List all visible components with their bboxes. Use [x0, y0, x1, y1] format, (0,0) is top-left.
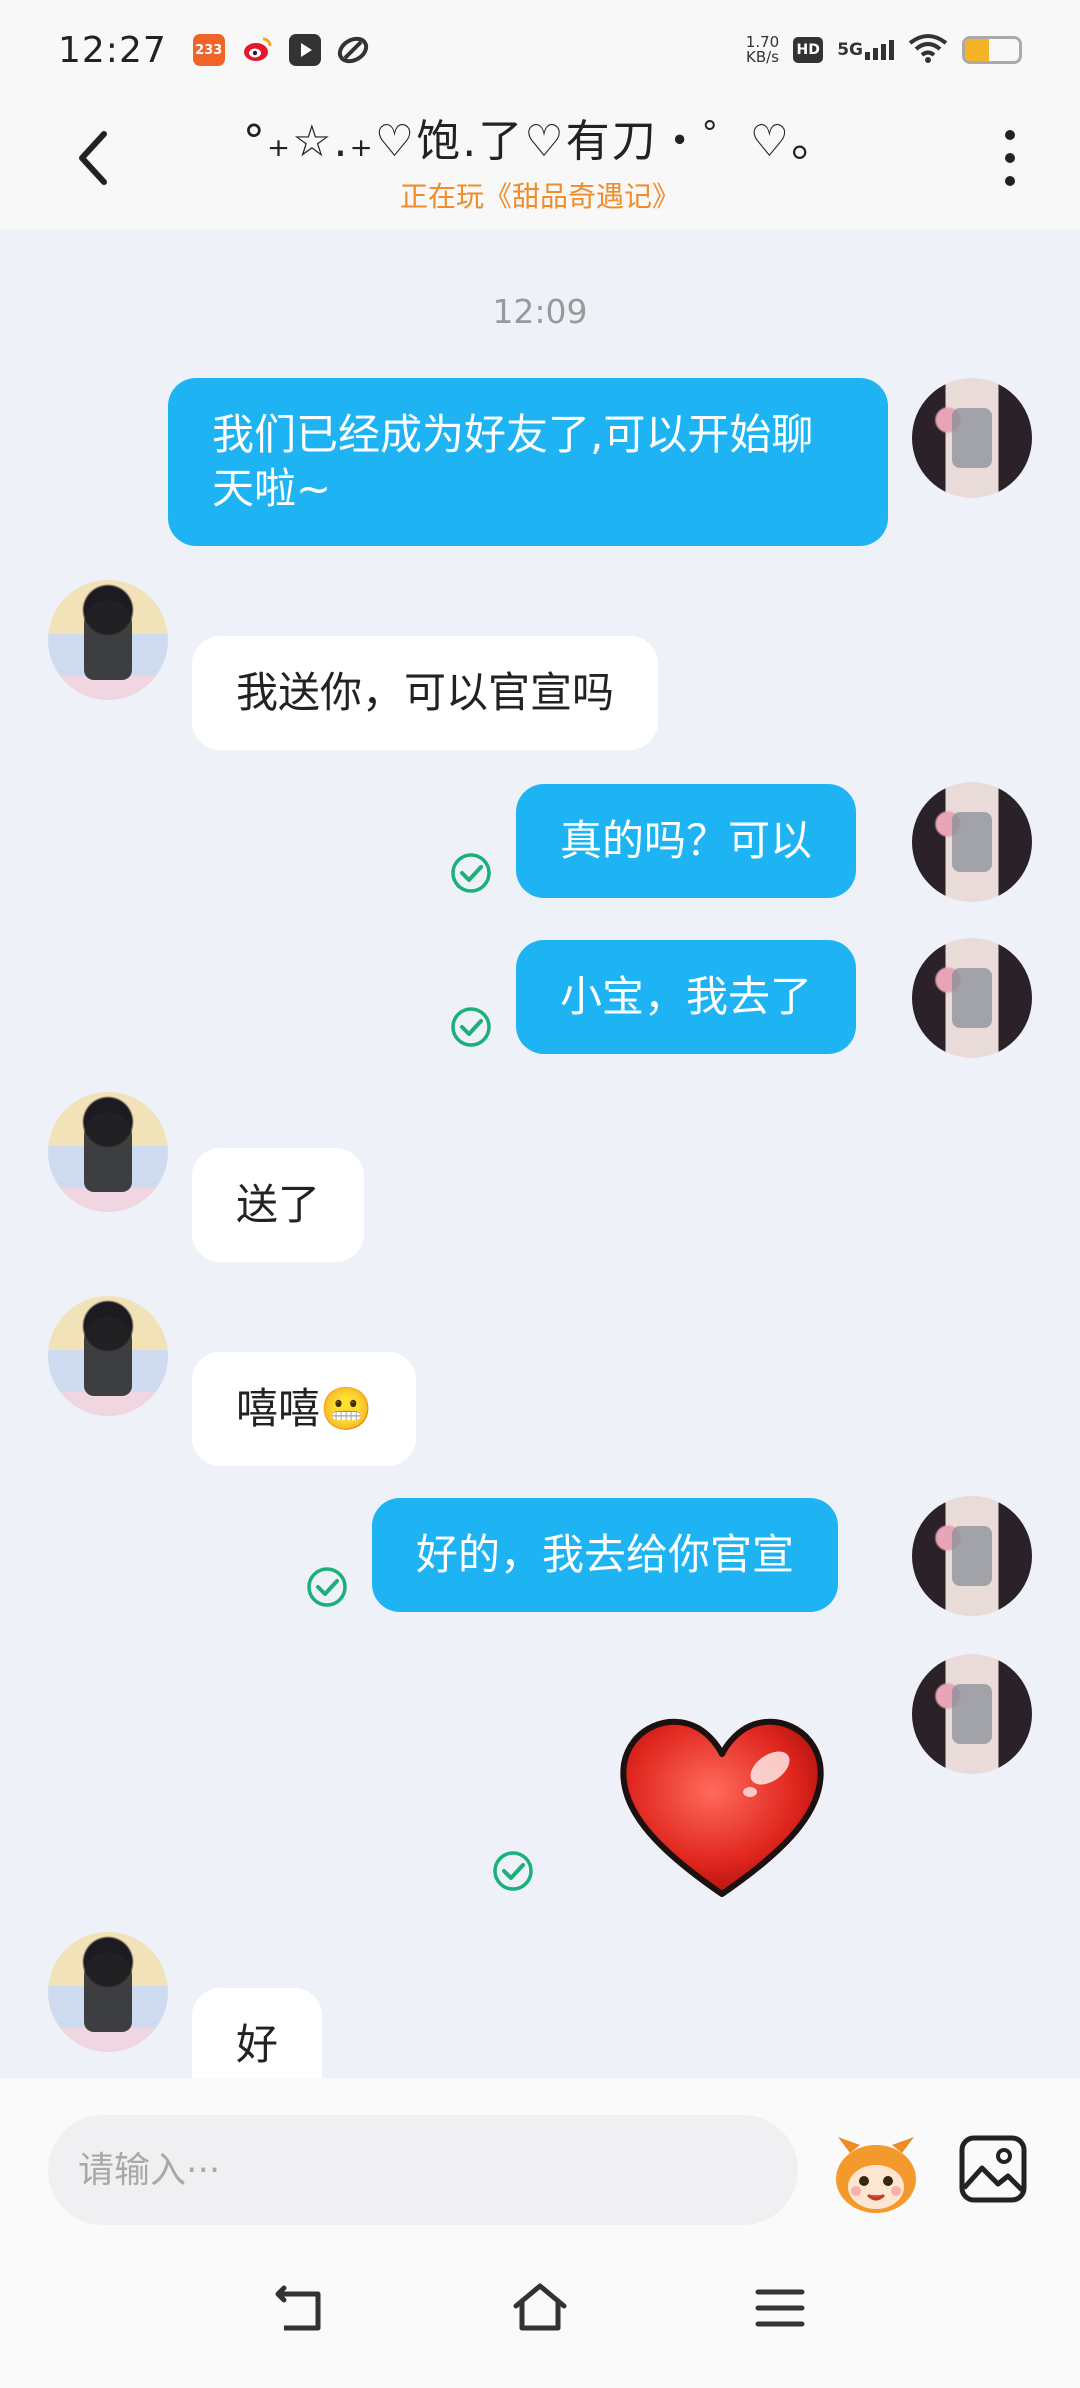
signal-icon: 5G: [837, 40, 894, 60]
message-timestamp: 12:09: [492, 292, 588, 331]
message-list[interactable]: 12:09 我们已经成为好友了,可以开始聊天啦~ 我送你，可以官宣吗 真的吗？可…: [0, 230, 1080, 2096]
wifi-icon: [908, 33, 948, 67]
contact-avatar[interactable]: [48, 1092, 168, 1212]
message-bubble-received[interactable]: 嘻嘻😬: [192, 1352, 417, 1466]
contact-status[interactable]: 正在玩《甜品奇遇记》: [243, 175, 837, 215]
status-system-icons: 1.70 KB/s HD 5G: [746, 33, 1022, 67]
message-bubble-received[interactable]: 我送你，可以官宣吗: [192, 636, 659, 750]
dot: [1005, 130, 1015, 140]
status-time: 12:27: [58, 29, 167, 71]
contact-avatar[interactable]: [48, 580, 168, 700]
nav-menu-icon[interactable]: [750, 2278, 810, 2338]
system-nav-bar: [0, 2228, 1080, 2388]
my-avatar[interactable]: [912, 1496, 1032, 1616]
net-speed-unit: KB/s: [746, 48, 779, 66]
status-bar: 12:27 233 1.70 KB/s HD 5G: [0, 0, 1080, 100]
link-icon: [337, 34, 369, 66]
message-bubble-sent[interactable]: 小宝，我去了: [516, 940, 857, 1054]
message-bubble-sent[interactable]: 好的，我去给你官宣: [372, 1498, 839, 1612]
header-title-group: °₊☆.₊♡饱.了♡有刀・゜♡。 正在玩《甜品奇遇记》: [243, 105, 837, 215]
dot: [1005, 176, 1015, 186]
contact-avatar[interactable]: [48, 1932, 168, 2052]
message-bubble-sent[interactable]: 我们已经成为好友了,可以开始聊天啦~: [168, 378, 888, 546]
message-input[interactable]: [48, 2115, 798, 2225]
more-options-button[interactable]: [990, 126, 1030, 190]
mascot-emoji-button[interactable]: [830, 2133, 922, 2217]
my-avatar[interactable]: [912, 938, 1032, 1058]
my-avatar[interactable]: [912, 378, 1032, 498]
nav-home-icon[interactable]: [510, 2278, 570, 2338]
my-avatar[interactable]: [912, 782, 1032, 902]
contact-avatar[interactable]: [48, 1296, 168, 1416]
read-check-icon: [451, 853, 491, 893]
net-speed: 1.70 KB/s: [746, 35, 779, 65]
image-picker-icon[interactable]: [958, 2134, 1028, 2204]
chat-header: °₊☆.₊♡饱.了♡有刀・゜♡。 正在玩《甜品奇遇记》: [0, 100, 1080, 230]
hd-icon: HD: [793, 37, 824, 63]
battery-icon: [962, 36, 1022, 64]
contact-name: °₊☆.₊♡饱.了♡有刀・゜♡。: [242, 116, 838, 167]
message-bubble-received[interactable]: 送了: [192, 1148, 365, 1262]
message-bubble-sent[interactable]: 真的吗？可以: [516, 784, 857, 898]
233-icon: 233: [192, 34, 225, 66]
dot: [1005, 153, 1015, 163]
input-bar: [0, 2078, 1080, 2228]
read-check-icon: [451, 1007, 491, 1047]
read-check-icon: [493, 1851, 533, 1891]
status-app-icons: 233: [192, 34, 369, 66]
heart-sticker[interactable]: [612, 1706, 832, 1906]
chevron-left-icon: [79, 131, 107, 185]
nav-back-icon[interactable]: [270, 2278, 330, 2338]
network-type-label: 5G: [837, 40, 863, 60]
my-avatar[interactable]: [912, 1654, 1032, 1774]
back-button[interactable]: [70, 128, 120, 188]
chat-screen: 12:27 233 1.70 KB/s HD 5G °₊☆.₊♡饱.了♡有刀・゜…: [0, 0, 1080, 2388]
weibo-icon: [241, 34, 273, 66]
video-icon: [288, 34, 321, 66]
read-check-icon: [307, 1567, 347, 1607]
